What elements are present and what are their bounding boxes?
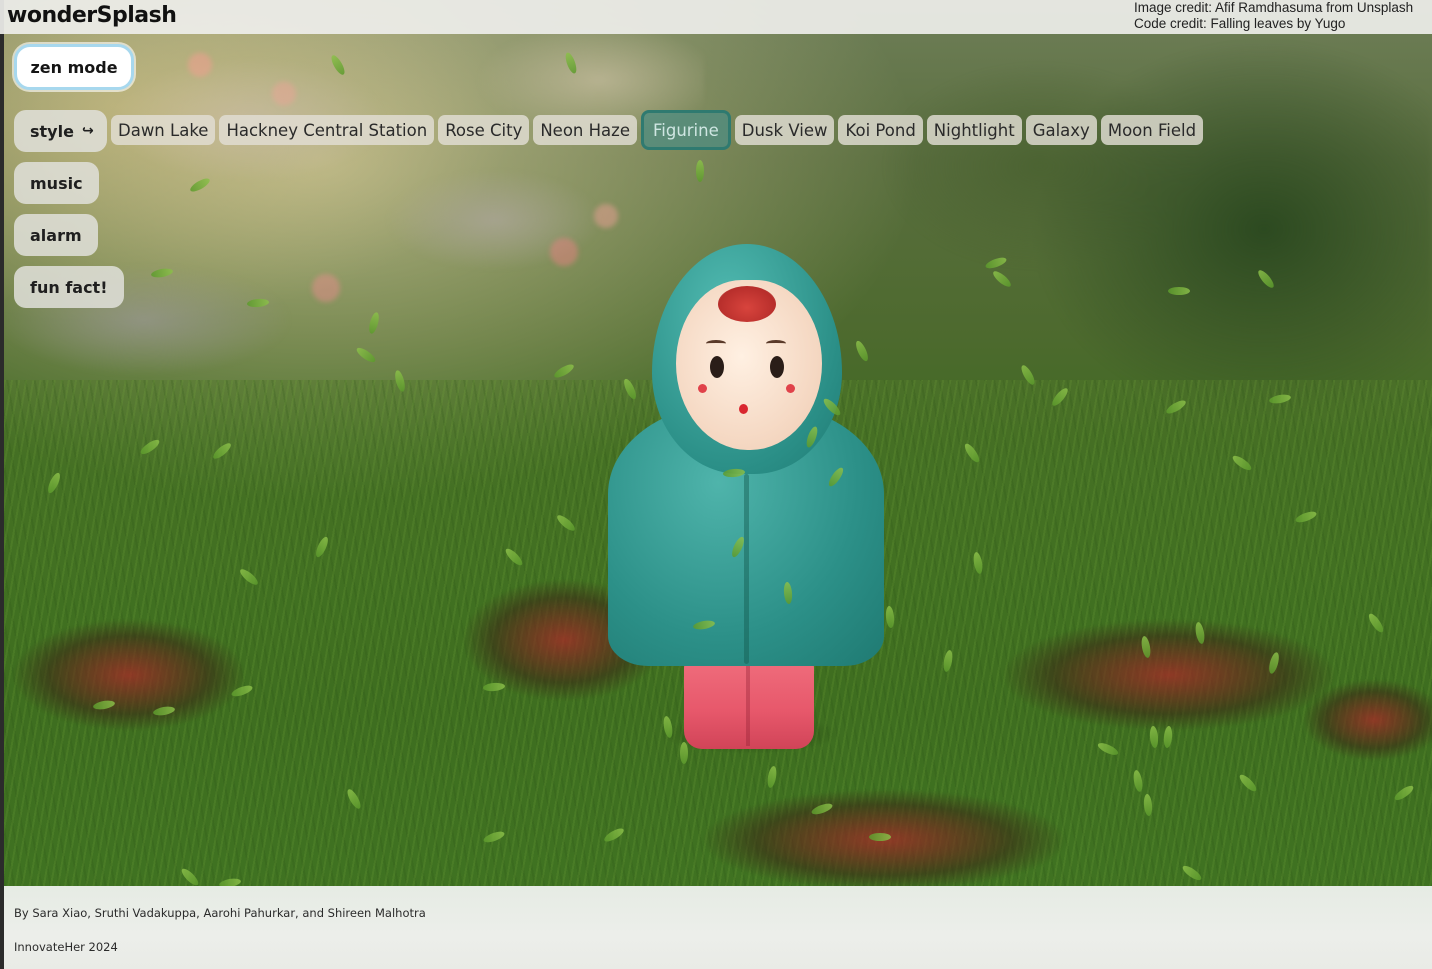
- style-option-nightlight[interactable]: Nightlight: [926, 115, 1022, 145]
- fun-fact-button[interactable]: fun fact!: [14, 266, 124, 308]
- figurine-brow: [706, 340, 726, 347]
- code-credit: Code credit: Falling leaves by Yugo: [1134, 16, 1346, 31]
- style-option-koi-pond[interactable]: Koi Pond: [838, 115, 923, 145]
- style-option-rose-city[interactable]: Rose City: [438, 115, 530, 145]
- style-option-neon-haze[interactable]: Neon Haze: [533, 115, 637, 145]
- top-bar: wonderSplash Image credit: Afif Ramdhasu…: [0, 0, 1432, 34]
- style-options: Dawn Lake Hackney Central Station Rose Cit…: [111, 110, 1204, 150]
- figurine-eye: [770, 356, 784, 378]
- figurine-boots: [684, 654, 814, 749]
- figurine-cheek: [786, 384, 795, 393]
- style-option-dawn-lake[interactable]: Dawn Lake: [111, 115, 216, 145]
- style-option-figurine[interactable]: Figurine: [640, 110, 731, 150]
- app-page: wonderSplash Image credit: Afif Ramdhasu…: [0, 0, 1432, 969]
- credits: Image credit: Afif Ramdhasuma from Unspl…: [1134, 0, 1413, 32]
- figurine-eye: [710, 356, 724, 378]
- footer-authors: By Sara Xiao, Sruthi Vadakuppa, Aarohi P…: [14, 906, 426, 920]
- zen-mode-button[interactable]: zen mode: [14, 44, 134, 90]
- brand-logo: wonderSplash: [7, 3, 177, 28]
- style-option-moon-field[interactable]: Moon Field: [1100, 115, 1204, 145]
- figurine-cheek: [698, 384, 707, 393]
- figurine: [600, 244, 890, 754]
- style-button[interactable]: style ↪: [14, 110, 107, 152]
- style-option-galaxy[interactable]: Galaxy: [1025, 115, 1097, 145]
- alarm-button[interactable]: alarm: [14, 214, 98, 256]
- arrow-right-icon: ↪: [81, 123, 94, 139]
- figurine-brow: [766, 340, 786, 347]
- style-label: style: [30, 121, 74, 141]
- footer-event: InnovateHer 2024: [14, 940, 118, 954]
- figurine-mouth: [739, 404, 748, 414]
- style-option-dusk-view[interactable]: Dusk View: [734, 115, 835, 145]
- music-button[interactable]: music: [14, 162, 99, 204]
- style-option-hackney-central-station[interactable]: Hackney Central Station: [219, 115, 435, 145]
- figurine-hair: [718, 286, 776, 322]
- footer: By Sara Xiao, Sruthi Vadakuppa, Aarohi P…: [4, 886, 1432, 969]
- image-credit: Image credit: Afif Ramdhasuma from Unspl…: [1134, 0, 1414, 15]
